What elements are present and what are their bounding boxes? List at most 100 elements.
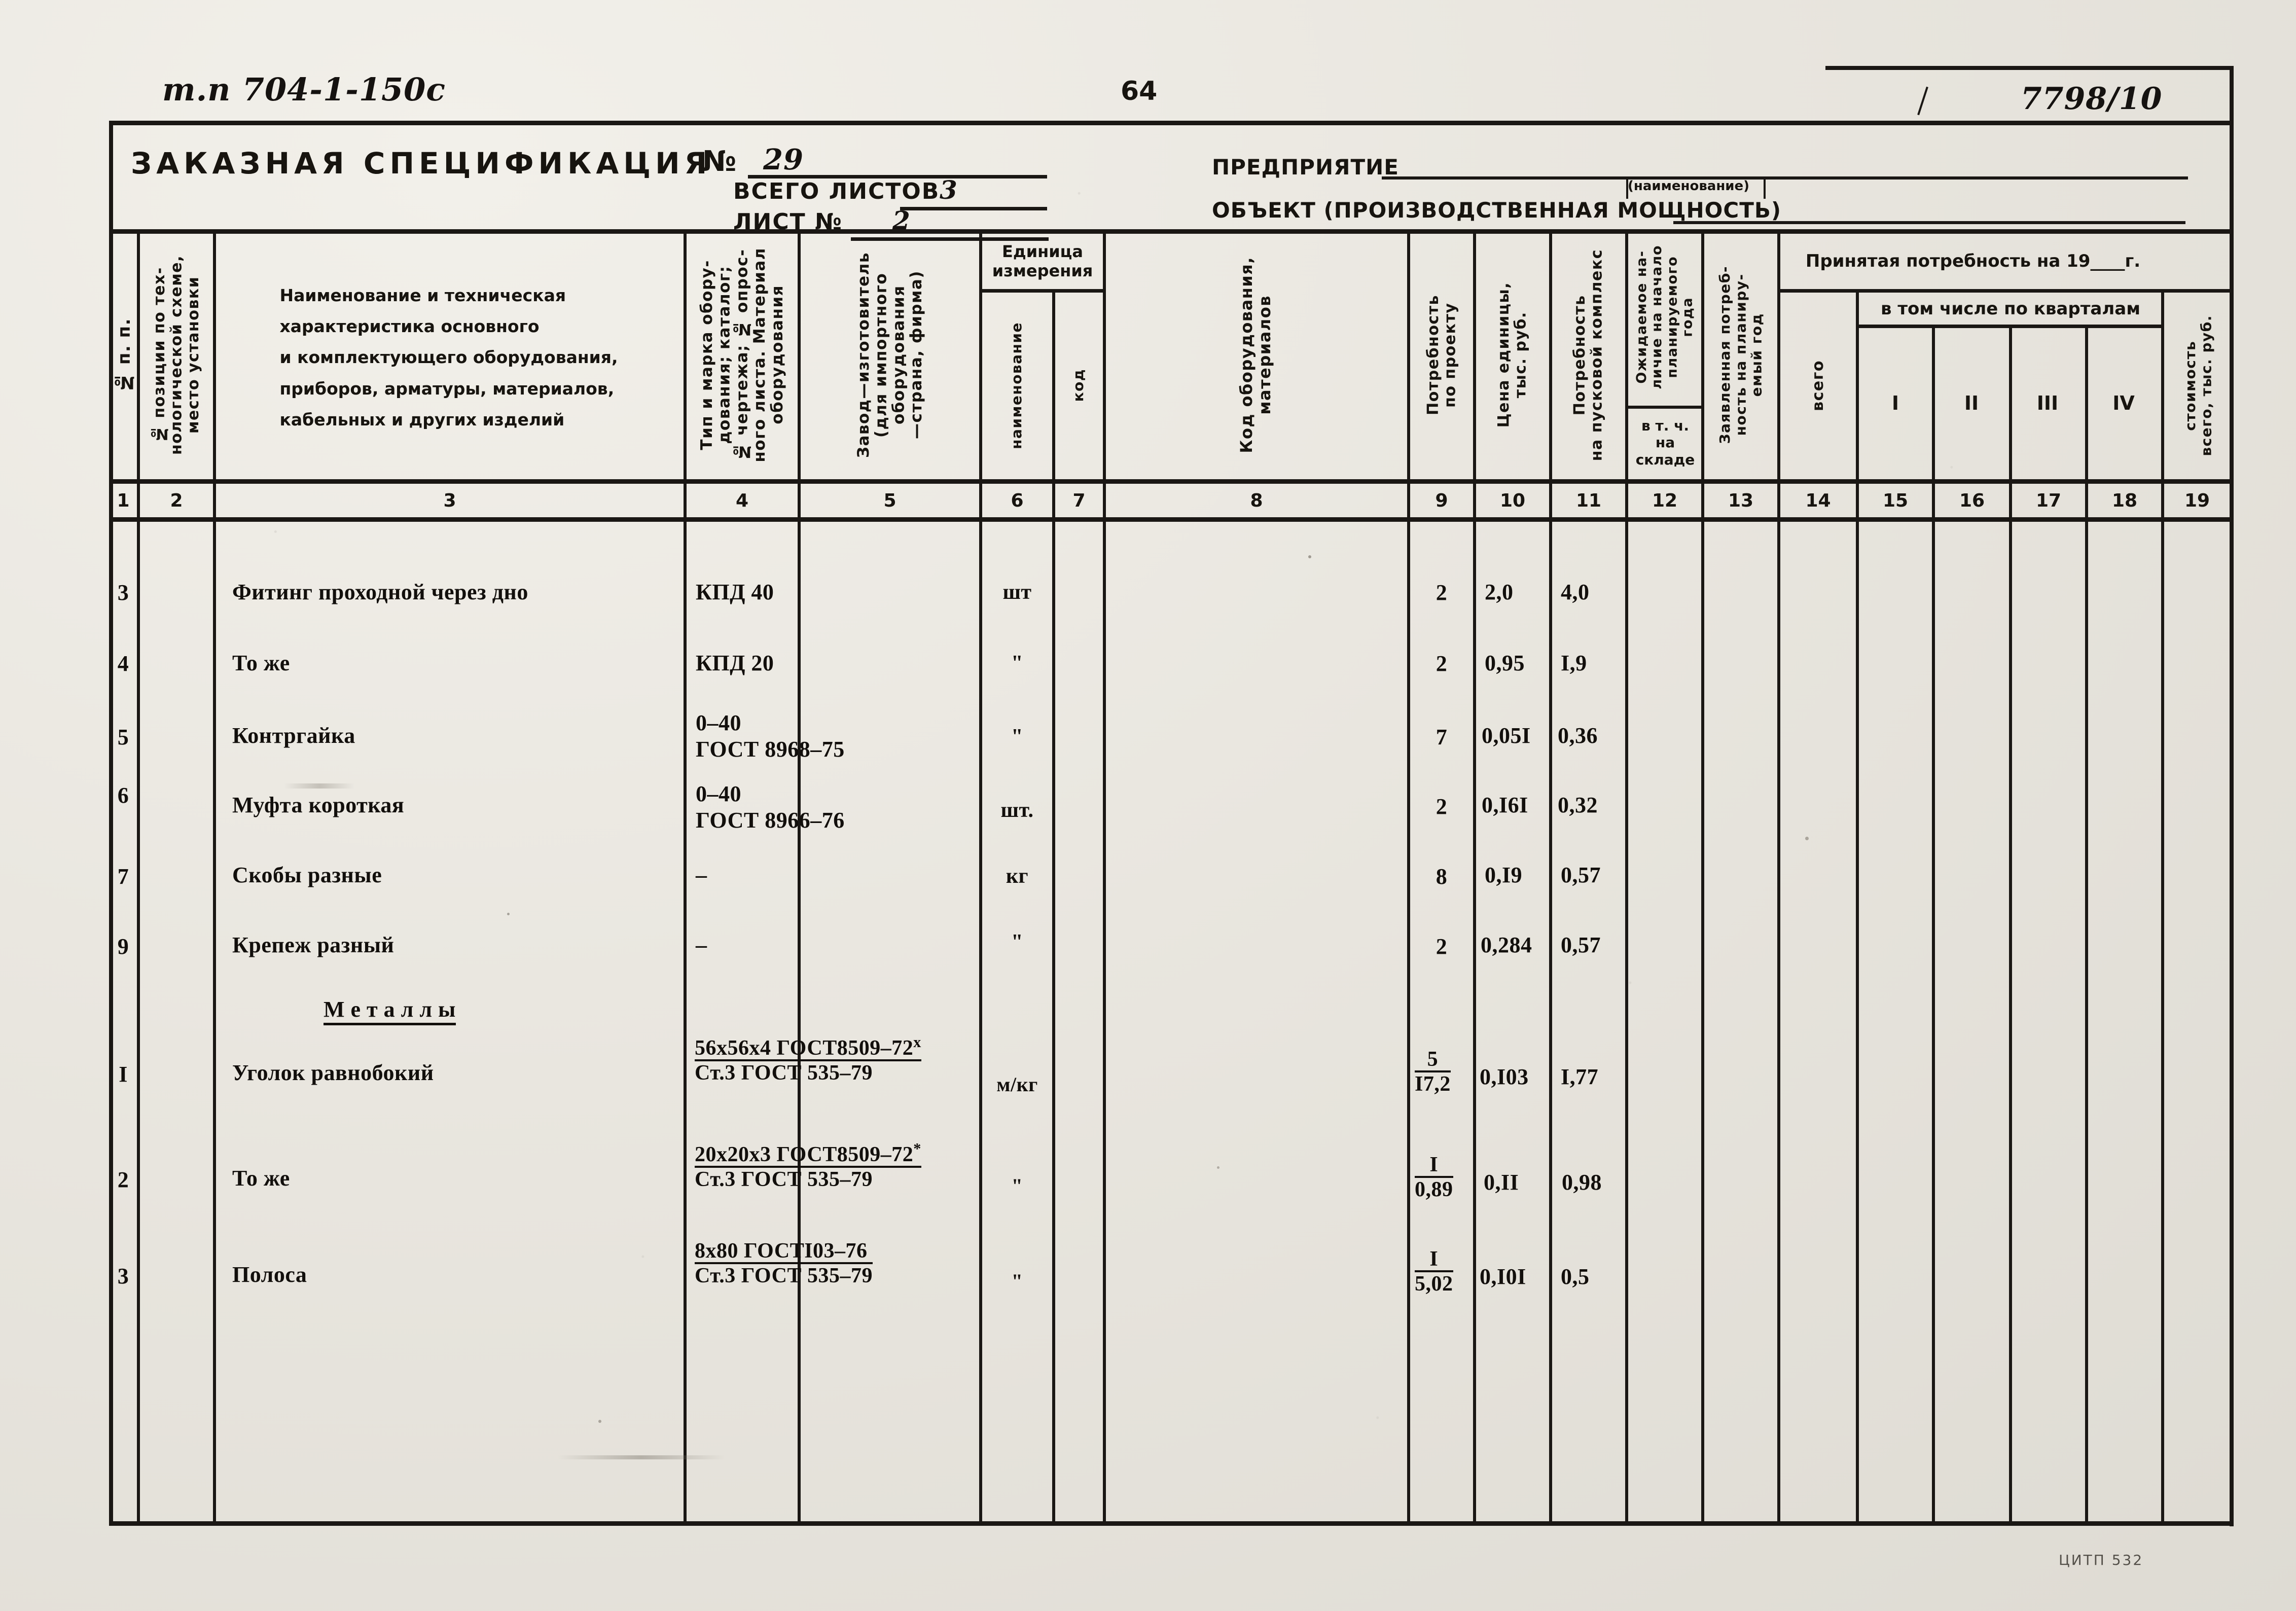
row-startup-demand: 0,57: [1561, 863, 1601, 887]
quarters-group-header: в том числе по кварталам: [1859, 293, 2162, 325]
spec-number-label: №: [702, 145, 737, 178]
row-type-numerator-text: 56х56х4 ГОСТ8509–72: [695, 1036, 914, 1060]
row-name: Контргайка: [232, 723, 355, 748]
row-type-fraction-inner: 20х20х3 ГОСТ8509–72* Ст.3 ГОСТ 535–79: [695, 1141, 921, 1191]
row-type-fraction: 8х80 ГОСТI03–76 Ст.3 ГОСТ 535–79: [695, 1237, 873, 1288]
row-unit-price: 0,05I: [1482, 723, 1531, 748]
row-demand-label: 2: [1436, 580, 1448, 605]
quarters-group-label: в том числе по кварталам: [1880, 298, 2140, 319]
row-name: То же: [232, 1166, 290, 1191]
row-unit: ": [982, 928, 1052, 956]
frame-right-rule: [2230, 66, 2234, 1526]
row-number: I: [119, 1061, 128, 1087]
unit-group-bottom-rule: [979, 289, 1106, 293]
row-demand: 2: [1410, 792, 1473, 820]
row-type-denominator: Ст.3 ГОСТ 535–79: [695, 1061, 873, 1085]
row-type-line1: КПД 40: [696, 580, 774, 604]
table-row: 9: [110, 932, 137, 960]
colnum-12: 12: [1628, 484, 1701, 517]
col-header-18-label: IV: [2112, 392, 2135, 414]
row-number: 2: [117, 1167, 129, 1192]
col-header-9: Потребность по проекту: [1414, 233, 1470, 477]
spec-number-value: 29: [763, 143, 804, 176]
colnum-7-label: 7: [1072, 490, 1086, 511]
row-type-line1: 0–40: [696, 710, 741, 735]
row-startup-demand: 0,5: [1561, 1264, 1590, 1289]
col-header-18: IV: [2089, 330, 2158, 477]
col-header-3: Наименование и техническая характеристик…: [218, 238, 679, 477]
colnum-4: 4: [687, 484, 798, 517]
table-row: I: [110, 1060, 137, 1088]
col-header-11: Потребность на пусковой комплекс: [1556, 233, 1622, 477]
object-label: ОБЪЕКТ (ПРОИЗВОДСТВЕННАЯ МОЩНОСТЬ): [1212, 198, 1782, 223]
col-12-sub-divider: [1628, 406, 1701, 409]
row-unit: ": [982, 1267, 1052, 1295]
row-startup-demand: 0,57: [1561, 933, 1601, 957]
colnum-6-label: 6: [1011, 490, 1024, 511]
edge-smudge: [284, 783, 355, 789]
enterprise-underline: [1382, 176, 2188, 180]
row-demand-numerator: I: [1415, 1154, 1453, 1178]
row-type-numerator: 8х80 ГОСТI03–76: [695, 1237, 873, 1264]
accepted-demand-group-label: Принятая потребность на 19____г.: [1805, 251, 2141, 271]
row-unit-price: 0,95: [1485, 651, 1525, 675]
col-sep-14: [1856, 289, 1859, 1525]
row-unit-label: ": [1011, 1269, 1023, 1293]
row-name: Фитинг проходной через дно: [232, 580, 528, 604]
row-name: Крепеж разный: [232, 933, 394, 957]
row-demand: 2: [1410, 649, 1473, 677]
col-header-10-label: Цена единицы, тыс. руб.: [1495, 282, 1530, 428]
spec-number-underline: [748, 175, 1047, 178]
row-demand-label: 2: [1436, 794, 1448, 819]
total-sheets-label: ВСЕГО ЛИСТОВ: [733, 178, 940, 204]
col-header-15: I: [1861, 330, 1930, 477]
colnum-8-label: 8: [1250, 490, 1263, 511]
row-type-line1: 0–40: [696, 781, 741, 806]
col-header-17-label: III: [2036, 392, 2059, 414]
col-header-4-label: Тип и марка обору- дования; каталог; № ч…: [698, 247, 787, 462]
row-unit-label: м/кг: [996, 1072, 1038, 1096]
row-unit-label: шт.: [1000, 799, 1034, 822]
row-number: 3: [117, 580, 129, 605]
row-unit-price: 0,II: [1484, 1170, 1519, 1195]
row-unit-price: 0,284: [1481, 933, 1532, 957]
accepted-group-bottom-rule: [1777, 289, 2234, 293]
row-demand-label: 2: [1436, 934, 1448, 959]
colnum-2-label: 2: [170, 490, 183, 511]
row-demand-label: 2: [1436, 651, 1448, 676]
row-unit: ": [982, 649, 1052, 677]
col-header-2-label: № позиции по тех- нологической схеме, ме…: [150, 255, 202, 455]
col-sep-1: [137, 229, 140, 1525]
table-row: 3: [110, 578, 137, 606]
colnum-1-label: 1: [117, 490, 130, 511]
col-header-6: наименование: [984, 294, 1050, 477]
accepted-demand-group-header: Принятая потребность на 19____г.: [1780, 233, 2166, 289]
row-unit-label: ": [1011, 652, 1023, 675]
row-startup-demand: I,77: [1561, 1064, 1599, 1089]
speckle: [355, 325, 357, 327]
colnum-9: 9: [1410, 484, 1473, 517]
col-header-2: № позиции по тех- нологической схеме, ме…: [142, 233, 211, 477]
unit-group-header: Единица измерения: [982, 233, 1103, 289]
col-header-15-label: I: [1891, 392, 1899, 414]
row-demand: 2: [1410, 578, 1473, 606]
colnum-10: 10: [1476, 484, 1549, 517]
colnum-8: 8: [1106, 484, 1407, 517]
colnum-18-label: 18: [2111, 490, 2138, 511]
row-demand-denominator: I7,2: [1415, 1072, 1451, 1096]
col-header-7-label: код: [1070, 369, 1087, 402]
row-demand-fraction-inner: I 5,02: [1415, 1248, 1453, 1295]
colnum-11: 11: [1552, 484, 1625, 517]
row-unit: ": [982, 1171, 1052, 1200]
row-unit-label: ": [1011, 1174, 1023, 1197]
col-sep-10: [1549, 229, 1552, 1525]
row-unit: м/кг: [982, 1070, 1052, 1098]
col-sep-6: [1052, 289, 1055, 1525]
row-type-line2: ГОСТ 8968–75: [696, 737, 845, 762]
caption-bottom-rule: [109, 479, 2234, 484]
row-type-numerator: 20х20х3 ГОСТ8509–72*: [695, 1141, 921, 1168]
table-row: 5: [110, 723, 137, 751]
colnum-14-label: 14: [1805, 490, 1831, 511]
colnum-6: 6: [982, 484, 1052, 517]
row-name: Уголок равнобокий: [232, 1060, 434, 1085]
